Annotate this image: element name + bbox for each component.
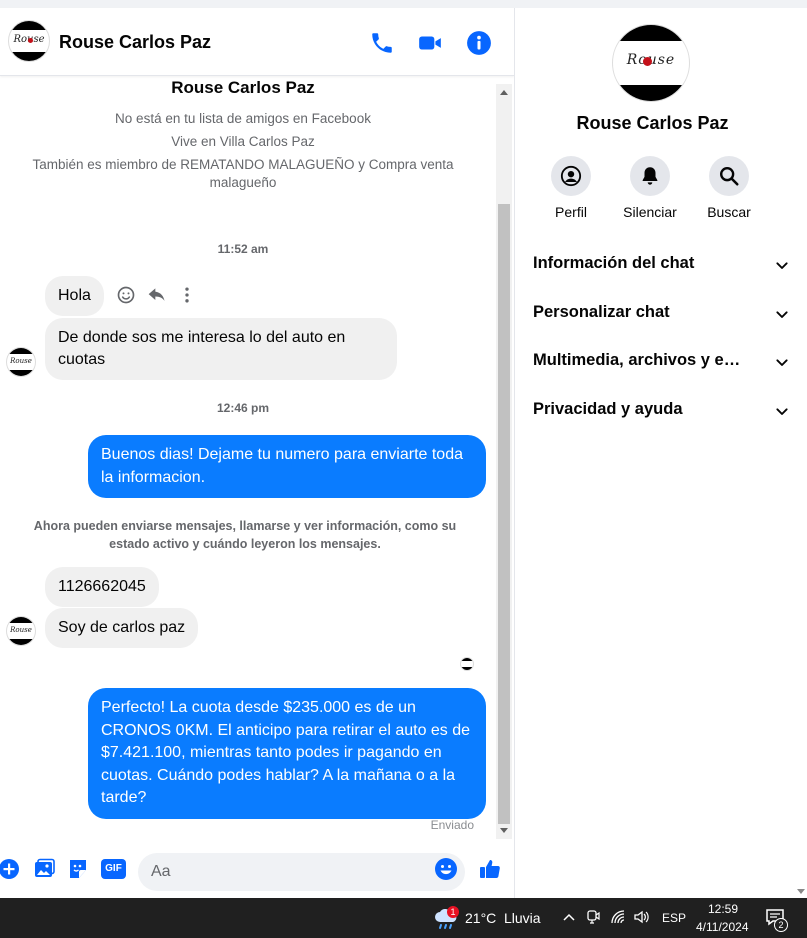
- windows-taskbar: 1 21°C Lluvia ESP 12:59 4/11/2024 2: [0, 898, 807, 938]
- outgoing-message[interactable]: Perfecto! La cuota desde $235.000 es de …: [88, 688, 486, 819]
- incoming-message[interactable]: Hola: [45, 276, 104, 316]
- system-notice-line-1: Ahora pueden enviarse mensajes, llamarse…: [33, 519, 457, 533]
- scroll-thumb[interactable]: [498, 204, 510, 824]
- message-text: Buenos dias! Dejame tu numero para envia…: [101, 446, 463, 463]
- profile-action[interactable]: Perfil: [536, 156, 606, 220]
- section-chat-info[interactable]: Información del chat: [533, 254, 788, 278]
- chat-header: Rouse Rouse Carlos Paz: [0, 8, 514, 76]
- delivery-status: Enviado: [430, 818, 474, 832]
- action-label: Perfil: [555, 204, 587, 220]
- rose-logo-mark: [28, 38, 33, 43]
- logo-text: Rouse: [10, 626, 32, 634]
- gif-icon[interactable]: GIF: [101, 859, 126, 879]
- temperature[interactable]: 21°C: [465, 910, 496, 926]
- sender-avatar[interactable]: Rouse: [6, 347, 36, 377]
- weather-condition[interactable]: Lluvia: [504, 910, 541, 926]
- intro-friend-status: No está en tu lista de amigos en Faceboo…: [115, 111, 371, 126]
- chat-details-panel: Rouse Rouse Carlos Paz Perfil Silenci: [515, 8, 807, 898]
- chevron-up-icon[interactable]: [563, 912, 575, 922]
- section-label: Información del chat: [533, 254, 695, 272]
- emoji-icon[interactable]: [434, 857, 458, 881]
- chat-scrollbar[interactable]: [496, 84, 512, 839]
- incoming-message[interactable]: De donde sos me interesa lo del auto en …: [45, 318, 397, 380]
- input-language[interactable]: ESP: [662, 911, 686, 925]
- clock-date[interactable]: 4/11/2024: [696, 920, 749, 934]
- weather-alert-badge: 1: [447, 906, 459, 918]
- section-customize-chat[interactable]: Personalizar chat: [533, 303, 788, 327]
- message-text: CRONOS 0KM. El anticipo para retirar el …: [101, 721, 471, 739]
- reply-icon[interactable]: [147, 285, 167, 305]
- section-media-files[interactable]: Multimedia, archivos y enlaces: [533, 351, 788, 375]
- search-action[interactable]: Buscar: [694, 156, 764, 220]
- meet-camera-icon[interactable]: [586, 909, 600, 925]
- panel-contact-avatar[interactable]: Rouse: [612, 24, 690, 102]
- message-input[interactable]: [138, 853, 465, 891]
- section-label: Multimedia, archivos y enlaces: [533, 351, 745, 369]
- composer: GIF: [0, 843, 514, 898]
- contact-avatar[interactable]: Rouse: [8, 20, 50, 62]
- more-options-icon[interactable]: [177, 285, 197, 305]
- message-text: Soy de carlos paz: [58, 619, 186, 636]
- section-label: Personalizar chat: [533, 303, 670, 321]
- wifi-icon[interactable]: [610, 909, 626, 925]
- info-icon[interactable]: [466, 30, 492, 56]
- intro-contact-name: Rouse Carlos Paz: [171, 78, 315, 97]
- video-call-icon[interactable]: [417, 30, 443, 56]
- action-label: Buscar: [707, 204, 751, 220]
- message-text: tarde?: [101, 789, 147, 806]
- sticker-icon[interactable]: [66, 857, 90, 881]
- action-label: Silenciar: [623, 204, 677, 220]
- panel-contact-name: Rouse Carlos Paz: [576, 113, 729, 133]
- phone-call-icon[interactable]: [369, 30, 395, 56]
- scroll-down-arrow-icon[interactable]: [500, 828, 508, 833]
- logo-text: Rouse: [10, 357, 32, 365]
- top-strip: [0, 0, 807, 8]
- rose-logo-mark: [643, 57, 652, 66]
- react-emoji-icon[interactable]: [116, 285, 136, 305]
- scroll-up-arrow-icon[interactable]: [500, 90, 508, 95]
- mute-action[interactable]: Silenciar: [615, 156, 685, 220]
- volume-icon[interactable]: [633, 909, 651, 925]
- chevron-down-icon: [776, 359, 788, 366]
- message-text: la informacion.: [101, 468, 206, 486]
- bell-icon: [642, 167, 658, 185]
- message-text: De donde sos me interesa lo del auto en: [58, 329, 346, 346]
- intro-groups-line-2: malagueño: [209, 175, 277, 190]
- chevron-down-icon: [776, 311, 788, 318]
- chevron-down-icon: [776, 262, 788, 269]
- panel-scroll-down-arrow-icon[interactable]: [797, 889, 805, 894]
- message-text: cuotas. Cuándo podes hablar? A la mañana…: [101, 766, 456, 784]
- section-label: Privacidad y ayuda: [533, 400, 683, 418]
- like-thumbs-up-icon[interactable]: [478, 857, 502, 881]
- chevron-down-icon: [776, 408, 788, 415]
- message-text: $7.421.100, mientras tanto podes ir paga…: [101, 744, 442, 761]
- sender-avatar[interactable]: Rouse: [6, 616, 36, 646]
- section-privacy-help[interactable]: Privacidad y ayuda: [533, 400, 788, 424]
- timestamp: 12:46 pm: [216, 401, 270, 415]
- outgoing-message[interactable]: Buenos dias! Dejame tu numero para envia…: [88, 435, 486, 498]
- profile-icon: [560, 165, 582, 187]
- chat-pane: Rouse Rouse Carlos Paz Rouse Carlos Paz …: [0, 8, 514, 898]
- incoming-message[interactable]: Soy de carlos paz: [45, 608, 199, 648]
- messenger-window: Rouse Rouse Carlos Paz Rouse Carlos Paz …: [0, 0, 807, 938]
- timestamp: 11:52 am: [217, 242, 269, 256]
- intro-groups-line-1: También es miembro de REMATANDO MALAGUEÑ…: [32, 157, 454, 172]
- search-icon: [720, 167, 739, 186]
- notification-count-badge: 2: [774, 918, 788, 932]
- message-text: 1126662045: [58, 578, 146, 595]
- plus-icon[interactable]: [0, 857, 21, 881]
- incoming-message[interactable]: 1126662045: [45, 567, 159, 607]
- message-text: Hola: [58, 287, 91, 304]
- clock-time[interactable]: 12:59: [708, 902, 738, 916]
- intro-location: Vive en Villa Carlos Paz: [171, 134, 315, 149]
- photo-icon[interactable]: [32, 857, 56, 881]
- system-notice-line-2: estado activo y cuándo leyeron los mensa…: [109, 537, 381, 551]
- conversation-title[interactable]: Rouse Carlos Paz: [59, 32, 211, 53]
- message-text: cuotas: [58, 351, 106, 368]
- seen-avatar: [460, 657, 474, 671]
- message-text: Perfecto! La cuota desde $235.000 es de …: [101, 699, 416, 716]
